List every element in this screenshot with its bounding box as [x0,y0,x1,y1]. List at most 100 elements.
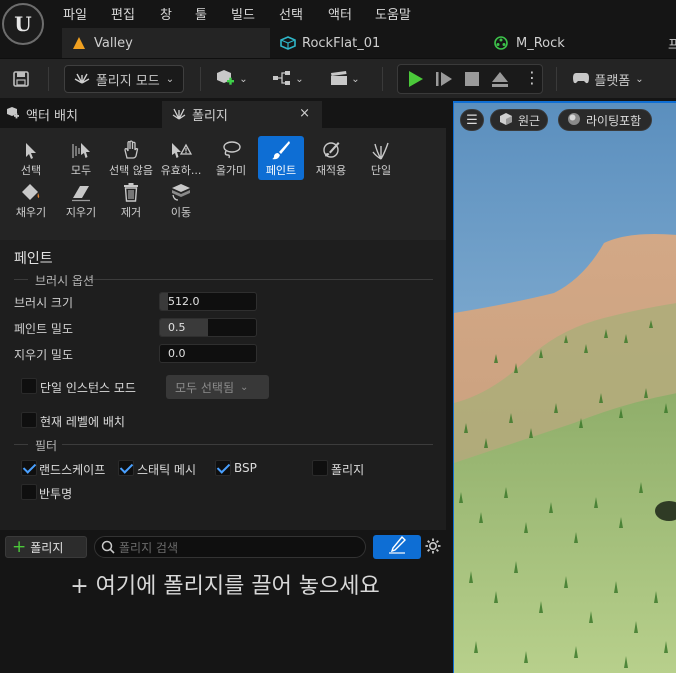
menu-actor[interactable]: 액터 [328,4,352,23]
add-actor-button[interactable]: ⌄ [212,65,252,93]
filter-translucent-label: 반투명 [39,487,73,501]
view-mode-button[interactable]: 라이팅포함 [558,109,652,131]
level-icon [72,36,86,50]
menu-help[interactable]: 도움말 [375,4,411,23]
single-instance-label: 단일 인스턴스 모드 [40,381,136,395]
menu-file[interactable]: 파일 [63,4,87,23]
add-actor-icon [216,69,236,90]
tool-label: 선택 않음 [109,164,153,177]
current-level-label: 현재 레벨에 배치 [40,415,125,429]
chevron-down-icon: ⌄ [240,381,249,393]
tab-rockflat[interactable]: RockFlat_01 [280,28,480,58]
filter-foliage-label: 폴리지 [331,463,365,477]
chevron-down-icon: ⌄ [165,73,175,85]
select-mode-value: 모두 선택됨 [175,380,235,395]
menu-bar: U 파일 편집 창 툴 빌드 선택 액터 도움말 [0,0,676,45]
tool-deselect[interactable]: 선택 않음 [108,138,154,178]
play-icon[interactable] [406,70,424,91]
platforms-label: 플랫폼 [594,73,631,89]
tool-lasso[interactable]: 올가미 [208,138,254,178]
perspective-button[interactable]: 원근 [490,109,548,131]
tool-paint[interactable]: 페인트 [258,136,304,180]
close-icon[interactable]: × [299,106,310,121]
tab-valley[interactable]: Valley [62,28,270,58]
stop-icon[interactable] [464,71,480,90]
current-level-checkbox[interactable] [21,412,37,428]
paint-density-field[interactable]: 0.5 [159,318,257,337]
blueprint-button[interactable]: ⌄ [268,65,308,93]
tool-move-to-level[interactable]: 이동 [158,180,204,220]
tool-select-all[interactable]: 모두 [58,138,104,178]
mode-label: 폴리지 모드 [95,73,160,89]
step-icon[interactable] [435,70,453,91]
filter-landscape-checkbox[interactable] [21,460,37,476]
filter-bsp-checkbox[interactable] [215,460,231,476]
tab-overflow[interactable]: 프 [668,28,676,58]
erase-density-field[interactable]: 0.0 [159,344,257,363]
more-options-icon[interactable]: ⋮ [524,68,540,87]
tab-place-actors[interactable]: 액터 배치 [0,101,156,128]
tool-reapply[interactable]: 재적용 [308,138,354,178]
foliage-panel: 액터 배치 폴리지 × 선택 모두 선택 않음 유효하... 올가미 페인트 재… [0,99,446,673]
add-foliage-label: 폴리지 [30,540,64,555]
brush-size-value: 512.0 [168,295,200,308]
cube-icon [499,112,513,129]
tab-foliage[interactable]: 폴리지 × [162,101,322,128]
filter-static-mesh-checkbox[interactable] [118,460,134,476]
single-instance-checkbox[interactable] [21,378,37,394]
paint-settings-section: 페인트 브러시 옵션 브러시 크기 512.0 페인트 밀도 0.5 지우기 밀… [0,240,446,530]
panel-tab-bar: 액터 배치 폴리지 × [0,99,446,128]
brush-size-field[interactable]: 512.0 [159,292,257,311]
arrow-cursor-icon [24,138,38,160]
tool-label: 재적용 [315,164,347,177]
clapperboard-icon [330,70,348,89]
perspective-label: 원근 [518,113,541,128]
filter-translucent-checkbox[interactable] [21,484,37,500]
save-icon[interactable] [8,65,34,93]
menu-build[interactable]: 빌드 [231,4,255,23]
toolbar-divider [200,67,201,91]
tool-select-invalid[interactable]: 유효하... [158,138,204,178]
tool-single[interactable]: 단일 [358,138,404,178]
move-to-level-icon [170,180,192,202]
mode-select-button[interactable]: 폴리지 모드 ⌄ [64,65,184,93]
tool-erase[interactable]: 지우기 [58,180,104,220]
select-mode-dropdown[interactable]: 모두 선택됨 ⌄ [166,375,269,399]
trash-icon [122,180,140,202]
cinematics-button[interactable]: ⌄ [325,65,365,93]
erase-density-label: 지우기 밀도 [14,348,74,362]
divider [62,444,433,445]
menu-select[interactable]: 선택 [279,4,303,23]
add-foliage-button[interactable]: + 폴리지 [5,536,87,558]
unreal-logo[interactable]: U [2,3,44,45]
tool-select[interactable]: 선택 [8,138,54,178]
toolbar-divider [556,67,557,91]
paint-filter-toggle[interactable] [373,535,421,559]
menu-window[interactable]: 창 [160,4,172,23]
brush-options-header[interactable]: 브러시 옵션 [35,272,94,289]
erase-density-value: 0.0 [168,347,186,360]
tool-remove[interactable]: 제거 [108,180,154,220]
platforms-button[interactable]: 플랫폼 ⌄ [568,65,648,93]
foliage-mode-icon [74,70,90,88]
viewport-menu-button[interactable]: ☰ [460,109,484,131]
divider [14,279,28,280]
tool-label: 올가미 [215,164,247,177]
menu-edit[interactable]: 편집 [111,4,135,23]
fill-bucket-icon [21,180,41,202]
foliage-search-input[interactable]: 폴리지 검색 [94,536,366,558]
tool-label: 지우기 [65,206,97,219]
filter-header[interactable]: 필터 [35,437,57,454]
gear-icon[interactable] [424,536,442,556]
level-viewport[interactable]: ☰ 원근 라이팅포함 [453,101,676,673]
chevron-down-icon: ⌄ [239,73,248,85]
filter-foliage-checkbox[interactable] [312,460,328,476]
single-foliage-icon [372,138,390,160]
eject-icon[interactable] [491,70,509,91]
tab-label: RockFlat_01 [302,35,381,51]
tool-fill[interactable]: 채우기 [8,180,54,220]
tab-m-rock[interactable]: M_Rock [494,28,664,58]
menu-tools[interactable]: 툴 [195,4,207,23]
tool-label: 페인트 [265,164,297,177]
select-all-icon [70,138,92,160]
